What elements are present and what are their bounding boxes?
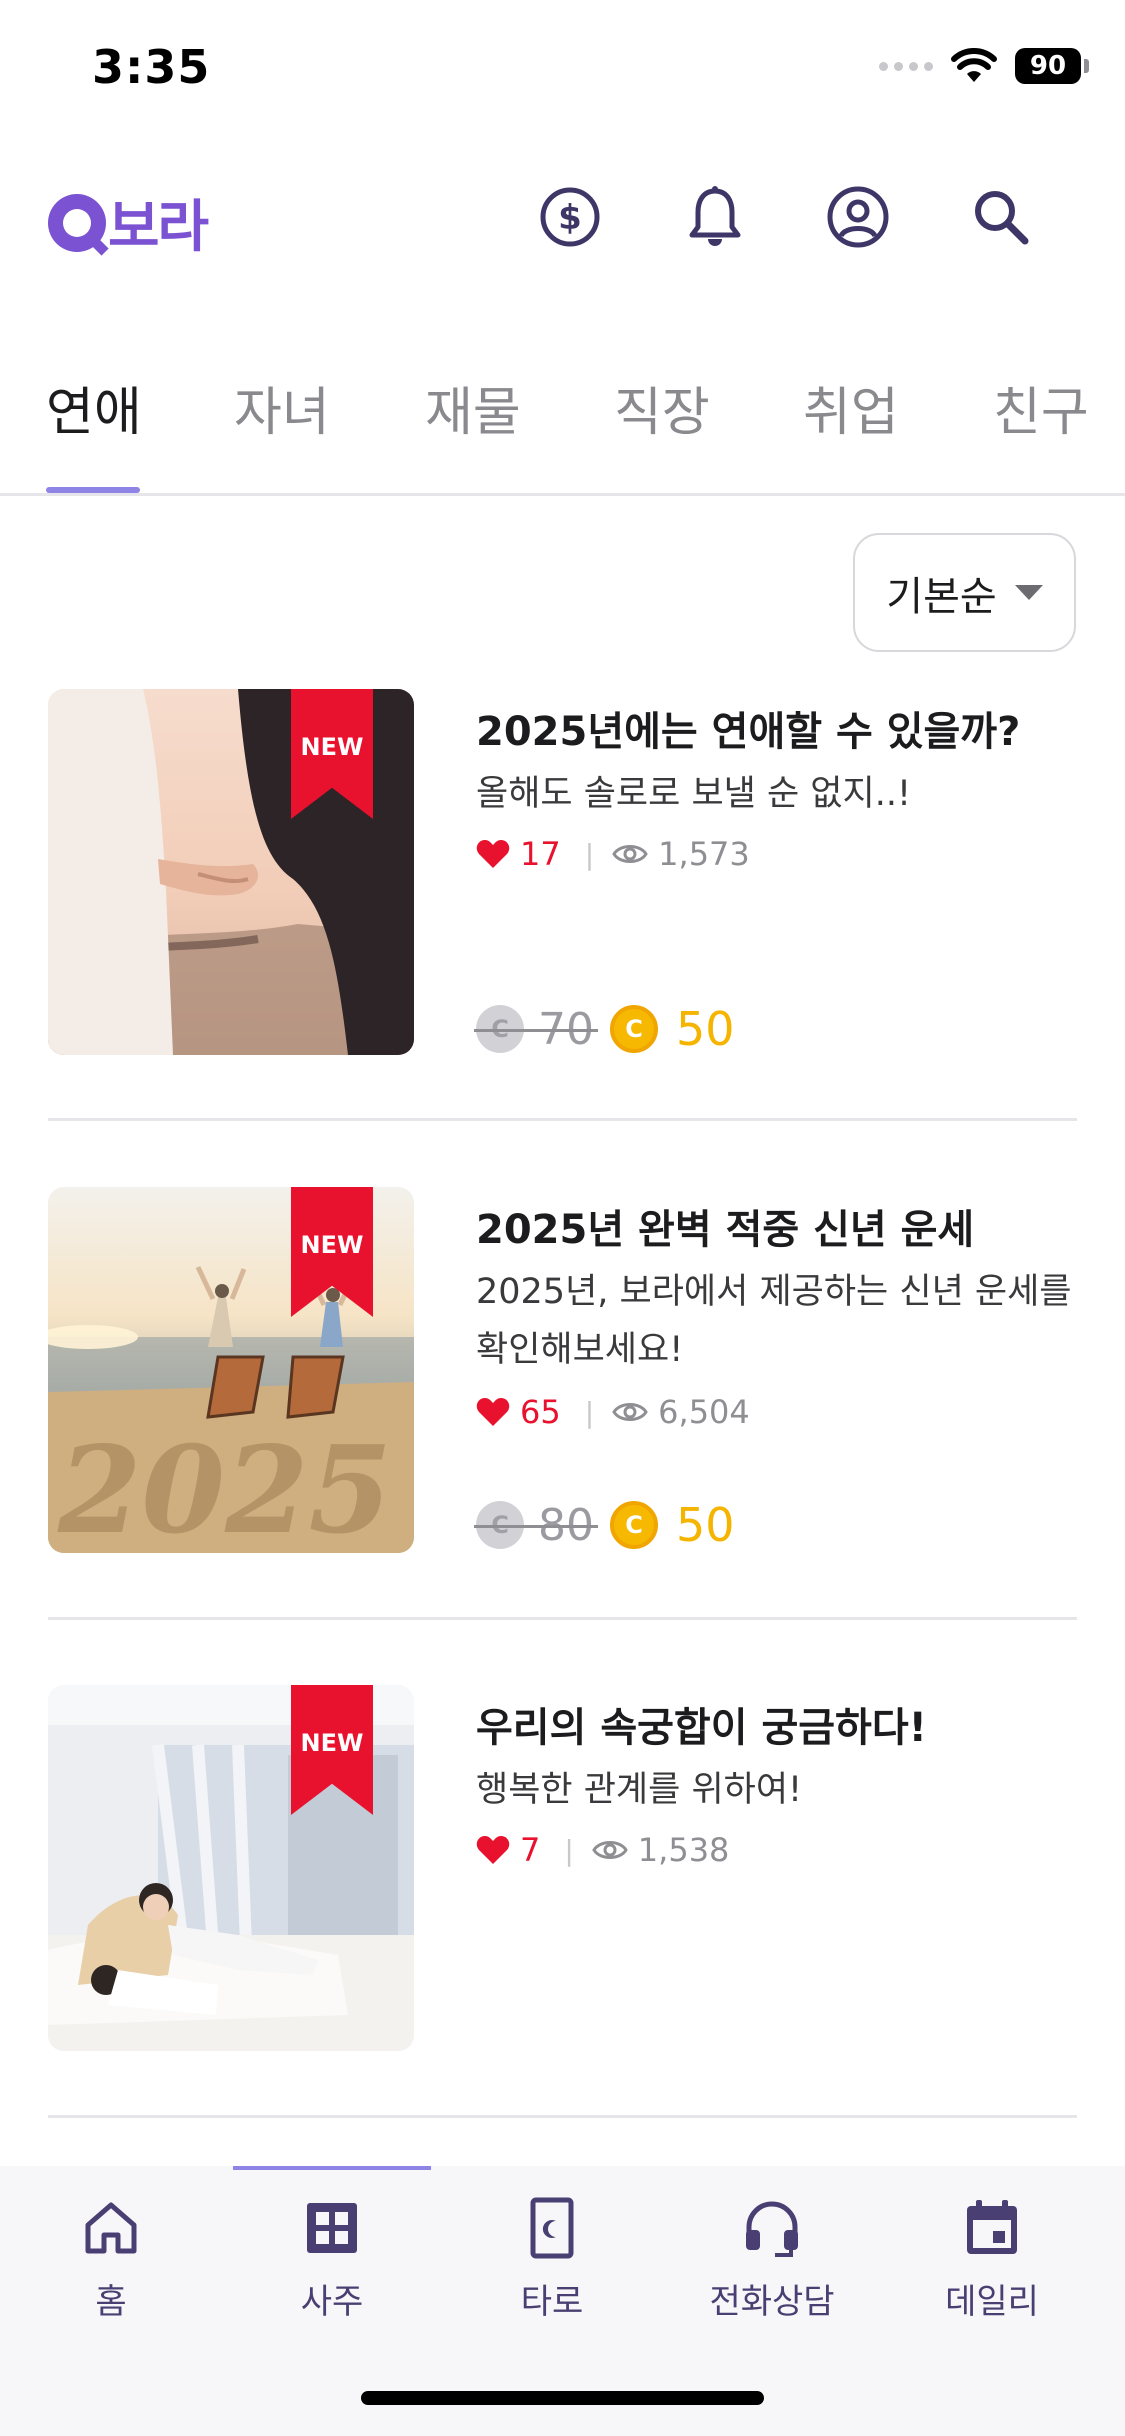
search-icon[interactable] (966, 182, 1036, 252)
sale-price: 50 (676, 1498, 735, 1552)
nav-label: 사주 (300, 2282, 364, 2322)
tab-wealth[interactable]: 재물 (425, 370, 521, 445)
nav-label: 타로 (520, 2282, 584, 2322)
tab-children[interactable]: 자녀 (234, 370, 330, 445)
card-thumbnail: NEW (48, 689, 414, 1055)
home-icon (79, 2196, 143, 2260)
eye-icon (612, 845, 648, 863)
card-description: 2025년, 보라에서 제공하는 신년 운세를 확인해보세요! (476, 1272, 1072, 1370)
eye-icon (592, 1841, 628, 1859)
eye-icon (612, 1403, 648, 1421)
view-count: 1,573 (658, 835, 750, 873)
coin-icon (610, 1501, 658, 1549)
nav-label: 데일리 (945, 2282, 1039, 2322)
cellular-signal-icon (879, 61, 933, 71)
card-title: 2025년 완벽 적중 신년 운세 (476, 1207, 975, 1253)
logo-text: 보라 (108, 195, 209, 260)
card-stats: 65 | 6,504 (476, 1393, 750, 1431)
heart-icon (476, 1398, 510, 1426)
card-thumbnail: 2025 NEW (48, 1187, 414, 1553)
content-card[interactable]: 2025 NEW 2025년 완벽 적중 신년 운세 2025년, 보라에서 제… (48, 1187, 1077, 1553)
status-indicators: 90 (879, 46, 1089, 86)
original-price: 70 (474, 1004, 598, 1055)
status-bar: 3:35 90 (0, 0, 1125, 140)
card-price: 80 50 (474, 1498, 735, 1552)
coin-icon (476, 1501, 524, 1549)
card-stats: 17 | 1,573 (476, 835, 750, 873)
svg-text:$: $ (558, 198, 582, 238)
active-tab-indicator (46, 487, 140, 493)
coin-icon (610, 1005, 658, 1053)
card-description: 행복한 관계를 위하여! (476, 1770, 803, 1810)
heart-icon (476, 840, 510, 868)
tab-friends[interactable]: 친구 (993, 370, 1089, 445)
home-indicator[interactable] (361, 2391, 764, 2405)
stats-separator: | (584, 837, 595, 871)
category-tabs: 연애 자녀 재물 직장 취업 친구 (0, 360, 1125, 496)
svg-text:2025: 2025 (57, 1420, 392, 1553)
app-logo[interactable]: 보라 (48, 182, 209, 263)
tarot-card-icon (520, 2196, 584, 2260)
card-title: 우리의 속궁합이 궁금하다! (476, 1705, 927, 1751)
card-stats: 7 | 1,538 (476, 1831, 729, 1869)
nav-label: 홈 (95, 2282, 127, 2322)
coin-icon[interactable]: $ (535, 182, 605, 252)
grid-icon (300, 2196, 364, 2260)
chevron-down-icon (1014, 585, 1043, 600)
sort-dropdown[interactable]: 기본순 (853, 533, 1076, 652)
active-nav-indicator (233, 2166, 431, 2170)
coin-icon (476, 1005, 524, 1053)
like-count: 17 (520, 835, 561, 873)
content-card[interactable]: NEW 2025년에는 연애할 수 있을까? 올해도 솔로로 보낼 순 없지..… (48, 689, 1077, 1056)
heart-icon (476, 1836, 510, 1864)
calendar-icon (960, 2196, 1024, 2260)
app-header: 보라 $ (0, 160, 1125, 270)
content-card[interactable]: NEW 우리의 속궁합이 궁금하다! 행복한 관계를 위하여! 7 | 1,53… (48, 1685, 1077, 2051)
like-count: 65 (520, 1393, 561, 1431)
nav-phone-consult[interactable]: 전화상담 (672, 2196, 872, 2323)
headset-icon (740, 2196, 804, 2260)
bell-icon[interactable] (680, 182, 750, 252)
divider (48, 2115, 1077, 2118)
original-price: 80 (474, 1500, 598, 1551)
nav-label: 전화상담 (709, 2282, 835, 2322)
nav-home[interactable]: 홈 (11, 2196, 211, 2323)
card-price: 70 50 (474, 1002, 735, 1056)
view-count: 1,538 (637, 1831, 730, 1869)
card-description: 올해도 솔로로 보낼 순 없지..! (476, 774, 911, 814)
nav-tarot[interactable]: 타로 (452, 2196, 652, 2323)
profile-icon[interactable] (823, 182, 893, 252)
wifi-icon (951, 48, 997, 82)
view-count: 6,504 (658, 1393, 750, 1431)
nav-saju[interactable]: 사주 (232, 2196, 432, 2323)
logo-mark-icon (48, 193, 106, 252)
tab-love[interactable]: 연애 (46, 370, 142, 445)
like-count: 7 (520, 1831, 541, 1869)
stats-separator: | (564, 1833, 574, 1867)
divider (48, 1118, 1077, 1121)
tab-work[interactable]: 직장 (614, 370, 710, 445)
card-title: 2025년에는 연애할 수 있을까? (476, 709, 1021, 755)
sale-price: 50 (676, 1002, 735, 1056)
sort-label: 기본순 (886, 573, 997, 620)
divider (48, 1617, 1077, 1620)
tab-employment[interactable]: 취업 (803, 370, 899, 445)
battery-icon: 90 (1015, 48, 1089, 84)
card-thumbnail: NEW (48, 1685, 414, 2051)
status-time: 3:35 (92, 40, 211, 94)
nav-daily[interactable]: 데일리 (892, 2196, 1092, 2323)
stats-separator: | (584, 1395, 595, 1429)
